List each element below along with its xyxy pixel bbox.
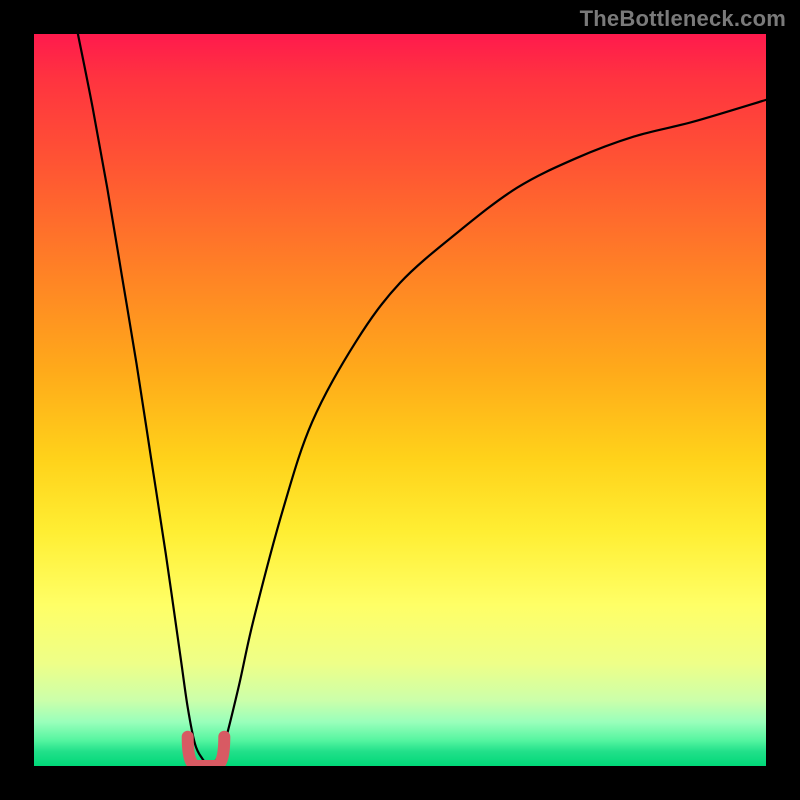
valley-marker	[188, 737, 225, 766]
plot-area	[34, 34, 766, 766]
chart-frame: TheBottleneck.com	[0, 0, 800, 800]
bottleneck-curve	[78, 34, 766, 766]
watermark-text: TheBottleneck.com	[580, 6, 786, 32]
curve-svg	[34, 34, 766, 766]
